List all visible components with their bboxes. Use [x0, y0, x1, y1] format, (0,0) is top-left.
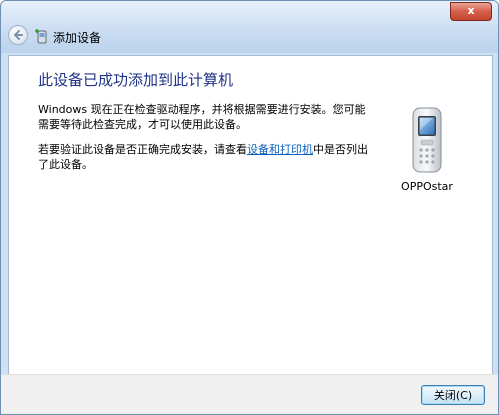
mobile-phone-icon	[412, 107, 442, 173]
window-close-button[interactable]: x	[450, 2, 492, 21]
close-button[interactable]: 关闭(C)	[421, 385, 485, 405]
button-bar: 关闭(C)	[1, 374, 498, 414]
close-icon: x	[467, 4, 475, 17]
status-message: Windows 现在正在检查驱动程序，并将根据需要进行安装。您可能需要等待此检查…	[38, 103, 366, 131]
title-bar: x 添加设备	[1, 1, 498, 53]
back-button[interactable]	[8, 25, 28, 45]
page-title: 此设备已成功添加到此计算机	[38, 71, 234, 89]
devices-and-printers-link[interactable]: 设备和打印机	[247, 143, 313, 156]
verify-message: 若要验证此设备是否正确完成安装，请查看设备和打印机中是否列出了此设备。	[38, 142, 368, 172]
device-name: OPPOstar	[401, 180, 453, 193]
window-title: 添加设备	[53, 31, 102, 45]
add-device-icon	[35, 29, 47, 44]
content-panel: 此设备已成功添加到此计算机 Windows 现在正在检查驱动程序，并将根据需要进…	[8, 55, 493, 375]
back-arrow-icon	[14, 30, 23, 40]
add-device-window: x 添加设备 此设备已成功添加到此计算机 Windows 现在正在检查驱动程序，…	[0, 0, 499, 415]
verify-text-before: 若要验证此设备是否正确完成安装，请查看	[38, 143, 247, 156]
